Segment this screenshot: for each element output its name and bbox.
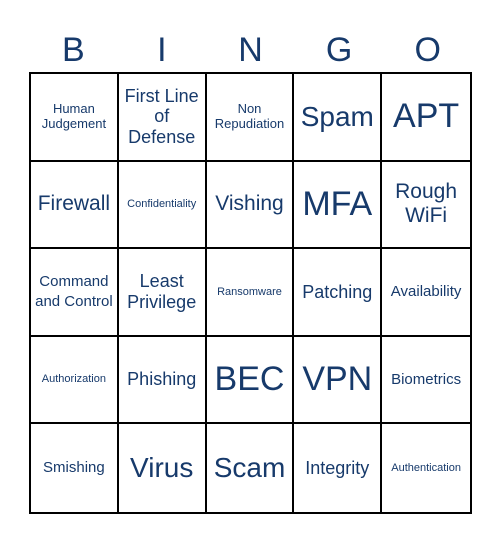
- bingo-cell[interactable]: First Line of Defense: [118, 74, 207, 162]
- bingo-cell[interactable]: Least Privilege: [118, 249, 207, 337]
- bingo-cell[interactable]: Ransomware: [206, 249, 295, 337]
- bingo-header: B I N G O: [29, 28, 472, 72]
- bingo-cell[interactable]: BEC: [206, 336, 295, 425]
- bingo-card-grid: Human Judgement First Line of Defense No…: [29, 72, 472, 514]
- header-letter-i: I: [157, 31, 167, 69]
- bingo-cell[interactable]: Availability: [382, 249, 470, 337]
- header-letter-b: B: [61, 31, 85, 69]
- bingo-cell[interactable]: APT: [382, 74, 470, 162]
- header-letter-g: G: [325, 31, 353, 69]
- header-letter-n: N: [238, 31, 263, 69]
- bingo-cell[interactable]: Rough WiFi: [382, 162, 470, 250]
- bingo-cell[interactable]: Phishing: [118, 336, 207, 425]
- bingo-cell[interactable]: Vishing: [206, 161, 295, 250]
- bingo-cell[interactable]: Patching: [294, 249, 383, 337]
- bingo-cell[interactable]: Spam: [294, 74, 383, 162]
- bingo-cell[interactable]: Integrity: [294, 424, 383, 512]
- bingo-cell[interactable]: Firewall: [31, 161, 119, 250]
- bingo-cell[interactable]: Command and Control: [31, 249, 119, 337]
- bingo-cell[interactable]: Authorization: [31, 336, 119, 425]
- bingo-cell[interactable]: Confidentiality: [118, 161, 207, 250]
- bingo-cell[interactable]: Non Repudiation: [206, 74, 295, 162]
- bingo-cell[interactable]: MFA: [294, 161, 383, 250]
- bingo-cell[interactable]: Smishing: [31, 424, 119, 512]
- header-letter-o: O: [414, 31, 441, 69]
- bingo-cell[interactable]: Human Judgement: [31, 74, 119, 162]
- bingo-cell[interactable]: Authentication: [382, 424, 470, 512]
- bingo-cell[interactable]: Biometrics: [382, 337, 470, 425]
- bingo-cell[interactable]: Scam: [207, 424, 295, 512]
- bingo-cell[interactable]: Virus: [119, 424, 207, 512]
- bingo-cell[interactable]: VPN: [294, 336, 383, 425]
